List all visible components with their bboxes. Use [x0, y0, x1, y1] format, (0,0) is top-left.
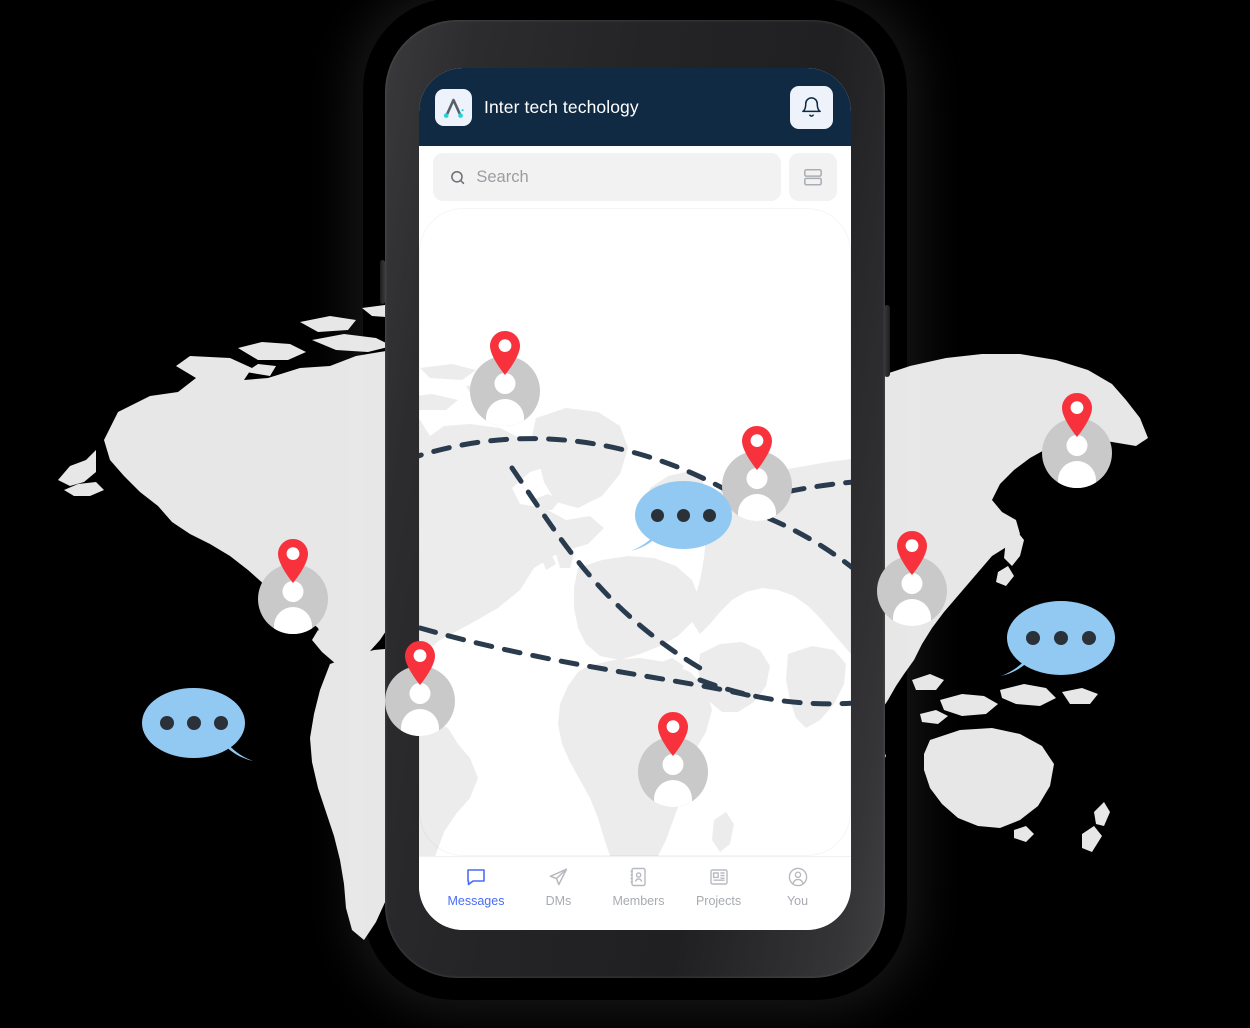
bubble-tail: [1001, 651, 1033, 676]
nav-label-messages: Messages: [447, 894, 505, 908]
lambda-logo-icon: [435, 88, 472, 126]
search-row: [419, 146, 851, 208]
search-field[interactable]: [433, 153, 781, 201]
location-pin-icon: [278, 539, 308, 583]
typing-dots: [159, 716, 228, 730]
search-input[interactable]: [476, 167, 765, 187]
bottom-navigation: Messages DMs Members Projects You: [419, 856, 851, 930]
phone-screen: Inter tech techology Search Messages DMs…: [419, 68, 851, 930]
map-canvas: [419, 208, 851, 856]
paper-plane-icon: [550, 868, 568, 886]
bell-icon: [802, 96, 821, 117]
phone-device: Inter tech techology Search Messages DMs…: [380, 20, 890, 978]
map-viewport[interactable]: [419, 208, 851, 856]
avatar: [1042, 418, 1112, 488]
lambda-logo-svg: [443, 98, 464, 118]
screenshot-root: Inter tech techology Search Messages DMs…: [0, 0, 1250, 1028]
nav-item-members[interactable]: Members: [610, 865, 666, 908]
stacked-rows-icon: [804, 168, 822, 186]
chat-bubble-south-west[interactable]: [142, 688, 253, 761]
chat-bubble-icon: [467, 869, 485, 886]
bubble-tail: [221, 736, 253, 761]
typing-dots: [1026, 631, 1096, 645]
nav-label-you: You: [786, 894, 809, 908]
nav-label-members: Members: [612, 894, 665, 908]
marker-north-america-usa[interactable]: [258, 538, 328, 634]
nav-item-you[interactable]: You: [771, 865, 825, 908]
nav-item-dms[interactable]: DMs: [531, 865, 585, 908]
app-title: Inter tech techology: [484, 96, 639, 117]
news-document-icon: [709, 869, 728, 885]
chat-bubble-oceania[interactable]: [1001, 601, 1115, 676]
avatar: [258, 564, 328, 634]
map-inside-svg: [419, 364, 851, 856]
nav-item-projects[interactable]: Projects: [692, 865, 746, 908]
nav-label-dms: DMs: [545, 894, 572, 908]
user-circle-icon: [788, 867, 807, 887]
contact-book-icon: [631, 867, 647, 887]
notification-bell-button[interactable]: [790, 85, 833, 129]
location-pin-icon: [1062, 393, 1092, 437]
nav-label-projects: Projects: [695, 894, 742, 908]
phone-volume-button[interactable]: [380, 260, 385, 304]
phone-power-button[interactable]: [884, 305, 890, 377]
layout-toggle-button[interactable]: [789, 153, 837, 201]
marker-far-east-russia[interactable]: [1042, 392, 1112, 488]
search-icon: [451, 170, 465, 184]
app-header: Inter tech techology: [419, 68, 851, 146]
nav-item-messages[interactable]: Messages: [445, 865, 506, 908]
